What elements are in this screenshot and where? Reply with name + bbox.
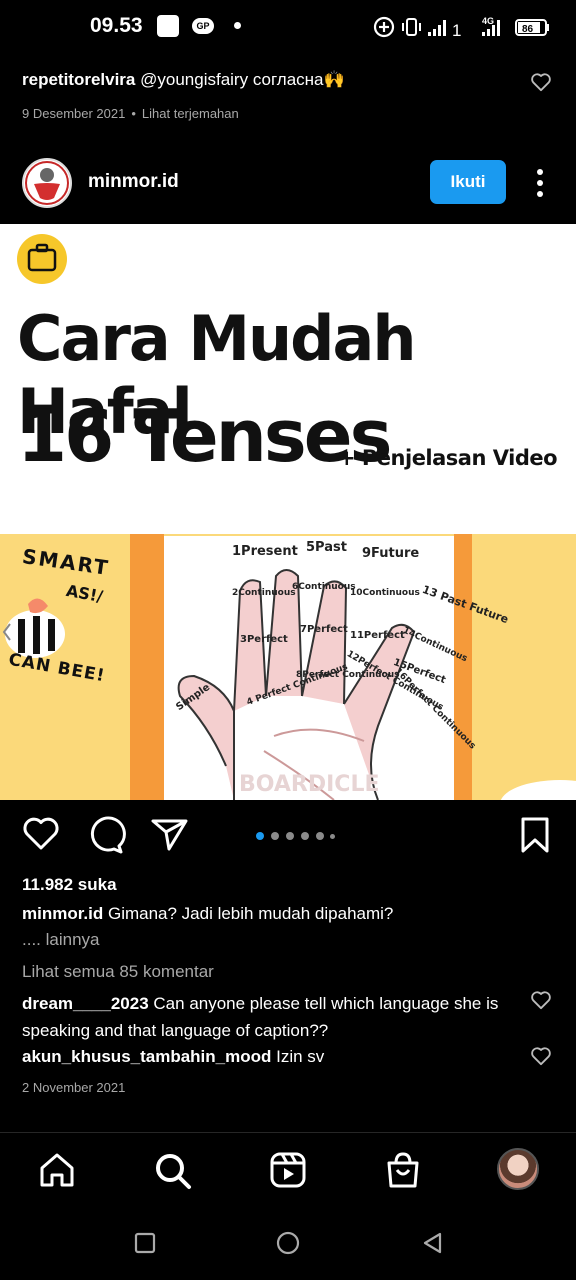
more-options-icon[interactable]	[535, 168, 545, 198]
home-circle-icon[interactable]	[276, 1231, 300, 1255]
caption-username[interactable]: minmor.id	[22, 904, 103, 923]
caption-text: Gimana? Jadi lebih mudah dipahami?	[107, 904, 394, 923]
svg-text:BOARDICLE: BOARDICLE	[239, 772, 380, 797]
shop-icon[interactable]	[384, 1151, 422, 1189]
hand-label: 2Continuous	[232, 588, 296, 598]
hand-label: 5Past	[306, 540, 347, 555]
suitcase-icon	[17, 234, 67, 284]
bottom-nav	[0, 1132, 576, 1206]
post-username[interactable]: minmor.id	[88, 171, 179, 193]
search-icon[interactable]	[153, 1151, 193, 1191]
hand-label: 6Continuous	[292, 582, 356, 592]
carousel-dot	[316, 832, 324, 840]
image-subtitle: + Penjelasan Video	[338, 446, 558, 470]
status-icons: 1 4G 86	[373, 16, 549, 40]
carousel-dot-active	[256, 832, 264, 840]
follow-button[interactable]: Ikuti	[430, 160, 506, 204]
sticker-smart: SMART	[20, 543, 112, 581]
profile-avatar[interactable]	[497, 1148, 539, 1190]
system-navigation-bar	[0, 1206, 576, 1280]
carousel-dot	[330, 834, 335, 839]
like-heart-icon[interactable]	[22, 816, 60, 852]
comment-text: Izin sv	[276, 1047, 325, 1066]
translate-link[interactable]: Lihat terjemahan	[142, 106, 239, 121]
comment-item: dream____2023 Can anyone please tell whi…	[22, 990, 512, 1044]
data-saver-icon	[373, 16, 395, 38]
svg-text:86: 86	[522, 24, 534, 35]
caption-more-link[interactable]: .... lainnya	[22, 930, 100, 950]
signal-icon	[428, 20, 446, 36]
status-time: 09.53	[90, 14, 143, 37]
post-caption: minmor.id Gimana? Jadi lebih mudah dipah…	[22, 904, 552, 924]
share-send-icon[interactable]	[150, 816, 190, 854]
decor-shape-icon	[500, 780, 576, 800]
like-comment-heart-icon[interactable]	[530, 1046, 552, 1066]
comment-username[interactable]: akun_khusus_tambahin_mood	[22, 1047, 271, 1066]
like-comment-heart-icon[interactable]	[530, 72, 552, 92]
image-title-line2: 16 Tenses	[17, 394, 392, 478]
hand-label: 7Perfect	[300, 624, 348, 635]
back-icon[interactable]	[421, 1231, 445, 1255]
post-avatar[interactable]	[22, 158, 72, 208]
comment-date: 9 Desember 2021	[22, 106, 126, 121]
view-all-comments-link[interactable]: Lihat semua 85 komentar	[22, 962, 214, 982]
app-notification-icon: GP	[192, 18, 214, 34]
save-bookmark-icon[interactable]	[520, 816, 550, 854]
hand-label: 1Present	[232, 544, 298, 559]
post-date: 2 November 2021	[22, 1080, 126, 1095]
post-header: minmor.id Ikuti	[0, 150, 576, 216]
notification-dot-icon	[234, 22, 241, 29]
comment-item: akun_khusus_tambahin_mood Izin sv	[22, 1047, 512, 1067]
comment-text: @youngisfairy согласна🙌	[140, 70, 345, 89]
hand-label: 10Continuous	[350, 588, 420, 598]
svg-text:1: 1	[452, 21, 461, 40]
notification-square-icon	[157, 15, 179, 37]
comment-username[interactable]: dream____2023	[22, 994, 149, 1013]
post-image[interactable]: Cara Mudah Hafal 16 Tenses + Penjelasan …	[0, 224, 576, 800]
battery-icon: 86	[515, 19, 549, 36]
image-lower-panel: SMART AS!/ CAN BEE! BOARDICLE 1Present 5…	[0, 534, 576, 800]
home-icon[interactable]	[38, 1151, 76, 1189]
status-bar: 09.53 GP 1 4G 86	[0, 0, 576, 56]
svg-text:4G: 4G	[482, 16, 494, 26]
carousel-dot	[286, 832, 294, 840]
carousel-dot	[271, 832, 279, 840]
comment-bubble-icon[interactable]	[86, 816, 126, 856]
hand-label: 9Future	[362, 546, 420, 561]
reels-icon[interactable]	[269, 1151, 307, 1189]
vibrate-icon	[402, 18, 421, 36]
like-count[interactable]: 11.982 suka	[22, 875, 117, 895]
comment-meta: 9 Desember 2021 • Lihat terjemahan	[22, 106, 239, 121]
post-actions	[0, 812, 576, 862]
orange-strip	[454, 534, 472, 800]
carousel-dot	[301, 832, 309, 840]
previous-comment: repetitorelvira @youngisfairy согласна🙌	[22, 70, 542, 90]
like-comment-heart-icon[interactable]	[530, 990, 552, 1010]
hand-label: 3Perfect	[240, 634, 288, 645]
hand-label: 11Perfect	[350, 630, 405, 641]
comment-username[interactable]: repetitorelvira	[22, 70, 135, 89]
orange-strip	[130, 534, 164, 800]
hand-diagram: BOARDICLE 1Present 5Past 9Future 2Contin…	[164, 536, 510, 800]
recents-icon[interactable]	[134, 1232, 156, 1254]
